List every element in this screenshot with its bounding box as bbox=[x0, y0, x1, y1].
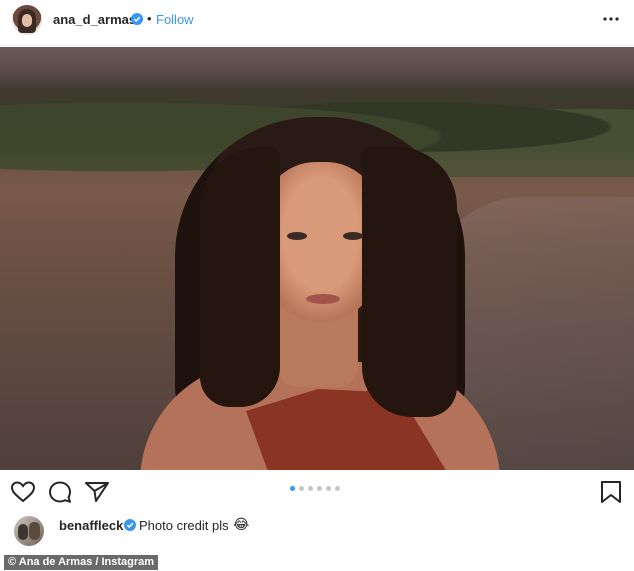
carousel-dot bbox=[317, 486, 322, 491]
avatar-face bbox=[22, 14, 32, 27]
laughing-emoji-icon: 😂 bbox=[233, 516, 250, 532]
photo-hair-right bbox=[362, 147, 457, 417]
carousel-dot bbox=[326, 486, 331, 491]
post-header: ana_d_armas • Follow bbox=[0, 0, 634, 46]
separator-dot: • bbox=[147, 11, 152, 26]
photo-credit-watermark: © Ana de Armas / Instagram bbox=[4, 555, 159, 570]
verified-badge-icon bbox=[131, 13, 143, 25]
verified-badge-icon bbox=[124, 519, 136, 531]
photo-lips bbox=[306, 294, 340, 304]
ellipsis-icon[interactable] bbox=[602, 10, 620, 28]
carousel-dot bbox=[308, 486, 313, 491]
post-photo[interactable] bbox=[0, 47, 634, 470]
comment-bubble-icon[interactable] bbox=[47, 480, 73, 504]
carousel-indicator bbox=[290, 486, 340, 492]
commenter-avatar[interactable] bbox=[14, 516, 44, 546]
carousel-dot bbox=[290, 486, 295, 491]
commenter-username[interactable]: benaffleck bbox=[59, 518, 123, 533]
photo-eye-right bbox=[343, 232, 363, 240]
follow-button[interactable]: Follow bbox=[156, 12, 194, 27]
bookmark-icon[interactable] bbox=[598, 480, 624, 504]
photo-eye-left bbox=[287, 232, 307, 240]
avatar-person bbox=[29, 522, 40, 540]
photo-hair-left bbox=[200, 147, 280, 407]
author-username[interactable]: ana_d_armas bbox=[53, 12, 136, 27]
avatar-person bbox=[18, 524, 28, 540]
heart-icon[interactable] bbox=[10, 480, 36, 504]
carousel-dot bbox=[335, 486, 340, 491]
comment-text: Photo credit pls bbox=[139, 518, 229, 533]
carousel-dot bbox=[299, 486, 304, 491]
paper-plane-icon[interactable] bbox=[84, 480, 110, 504]
author-avatar[interactable] bbox=[12, 5, 42, 35]
